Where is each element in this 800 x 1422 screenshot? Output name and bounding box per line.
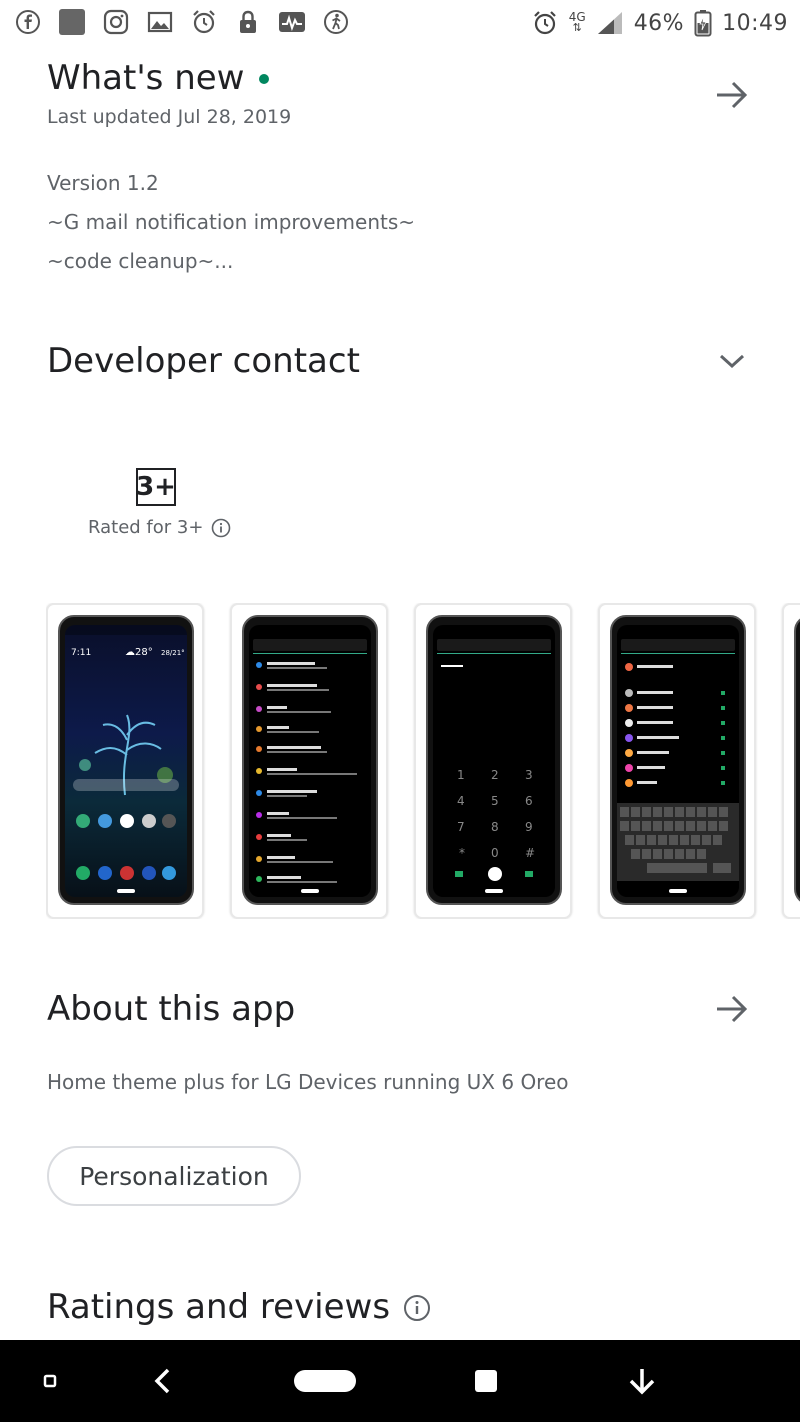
whats-new-title: What's new	[47, 58, 245, 98]
navigation-bar	[0, 1340, 800, 1422]
back-button[interactable]	[142, 1340, 182, 1422]
network-type-icon: 4G ⇅	[569, 11, 586, 34]
phone-frame	[794, 615, 800, 905]
settings-screen-preview	[249, 625, 371, 897]
developer-contact-expand-button[interactable]	[712, 341, 752, 381]
about-title: About this app	[47, 989, 296, 1029]
alarm-icon	[531, 9, 559, 37]
ratings-title: Ratings and reviews	[47, 1287, 391, 1327]
info-icon[interactable]	[211, 518, 231, 538]
screenshot-contacts[interactable]	[598, 603, 756, 919]
home-button[interactable]	[292, 1340, 358, 1422]
svg-text:2: 2	[491, 768, 499, 782]
svg-text:8: 8	[491, 820, 499, 834]
svg-text:4: 4	[457, 794, 465, 808]
version-text: Version 1.2	[47, 171, 159, 195]
category-chip[interactable]: Personalization	[47, 1146, 301, 1206]
system-status-icons: 4G ⇅ 46% 10:49	[531, 8, 788, 38]
svg-text:1: 1	[457, 768, 465, 782]
about-description: Home theme plus for LG Devices running U…	[47, 1070, 569, 1094]
back-chevron-icon	[154, 1368, 170, 1394]
changelog-line-2: ~code cleanup~...	[47, 249, 234, 273]
notification-pull-button[interactable]	[622, 1340, 662, 1422]
svg-text:7: 7	[457, 820, 465, 834]
facebook-icon	[14, 8, 42, 36]
battery-percent: 46%	[633, 10, 685, 36]
gallery-icon	[146, 8, 174, 36]
svg-text:#: #	[525, 846, 535, 860]
home-screen-preview: 7:11 ☁28° 28/21°	[65, 625, 187, 897]
contacts-screen-preview	[617, 625, 739, 897]
svg-text:6: 6	[525, 794, 533, 808]
signal-icon	[596, 9, 624, 37]
phone-frame	[242, 615, 378, 905]
changelog-line-1: ~G mail notification improvements~	[47, 210, 416, 234]
content-rating-label: Rated for 3+	[88, 517, 231, 538]
svg-text:0: 0	[491, 846, 499, 860]
content-rating-badge: 3+	[136, 468, 176, 506]
new-indicator-dot	[259, 74, 269, 84]
screenshots-carousel[interactable]: 7:11 ☁28° 28/21° 1 2 3 4 5 6 7 8 9 * 0 #	[46, 603, 800, 919]
fitness-icon	[322, 8, 350, 36]
lock-icon	[234, 8, 262, 36]
home-pill-icon	[294, 1370, 356, 1392]
phone-frame: 1 2 3 4 5 6 7 8 9 * 0 #	[426, 615, 562, 905]
info-icon[interactable]	[403, 1294, 431, 1322]
svg-text:☁28°: ☁28°	[125, 647, 153, 658]
dialer-screen-preview: 1 2 3 4 5 6 7 8 9 * 0 #	[433, 625, 555, 897]
whats-new-arrow-button[interactable]	[712, 75, 752, 115]
battery-charging-icon	[694, 9, 712, 37]
svg-text:*: *	[459, 846, 465, 860]
app-square-icon	[58, 8, 86, 36]
recents-small-button[interactable]	[36, 1340, 64, 1422]
svg-text:3: 3	[525, 768, 533, 782]
overview-button[interactable]	[470, 1340, 502, 1422]
arrow-right-icon	[717, 995, 748, 1023]
svg-text:7:11: 7:11	[71, 648, 91, 658]
screenshot-partial[interactable]	[782, 603, 800, 919]
alarm-clock-icon	[190, 8, 218, 36]
data-arrows-icon: ⇅	[572, 22, 582, 34]
svg-text:28/21°: 28/21°	[161, 649, 185, 657]
svg-text:9: 9	[525, 820, 533, 834]
last-updated: Last updated Jul 28, 2019	[47, 106, 292, 128]
chevron-down-icon	[719, 354, 745, 369]
instagram-icon	[102, 8, 130, 36]
clock-time: 10:49	[722, 10, 788, 36]
svg-text:5: 5	[491, 794, 499, 808]
notification-icons	[14, 8, 350, 36]
about-arrow-button[interactable]	[712, 989, 752, 1029]
screenshot-settings[interactable]	[230, 603, 388, 919]
status-bar: 4G ⇅ 46% 10:49	[0, 0, 800, 48]
screenshot-home[interactable]: 7:11 ☁28° 28/21°	[46, 603, 204, 919]
phone-frame: 7:11 ☁28° 28/21°	[58, 615, 194, 905]
square-small-icon	[43, 1374, 57, 1388]
screenshot-dialer[interactable]: 1 2 3 4 5 6 7 8 9 * 0 #	[414, 603, 572, 919]
phone-frame	[610, 615, 746, 905]
rating-text: Rated for 3+	[88, 517, 204, 538]
arrow-right-icon	[717, 81, 748, 109]
pulse-icon	[278, 8, 306, 36]
arrow-down-icon	[629, 1369, 655, 1395]
square-icon	[475, 1370, 497, 1392]
developer-contact-title: Developer contact	[47, 341, 360, 381]
